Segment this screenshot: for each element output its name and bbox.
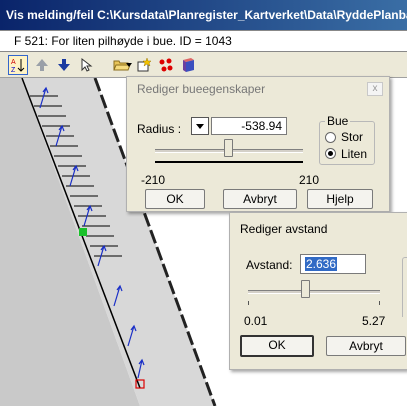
avstand-label: Avstand:: [246, 258, 293, 272]
arrow-up-icon[interactable]: [32, 55, 52, 75]
bue-groupbox-label: Bue: [325, 114, 351, 128]
stor-label: Stor: [341, 130, 364, 144]
bue-dialog: Rediger bueegenskaper x Radius : -538.94…: [126, 76, 390, 212]
liten-radio[interactable]: [325, 148, 336, 159]
avstand-dialog-title: Rediger avstand: [240, 222, 328, 236]
stor-radio[interactable]: [325, 132, 336, 143]
message-bar: F 521: For liten pilhøyde i bue. ID = 10…: [0, 30, 407, 52]
bue-help-button[interactable]: Hjelp: [307, 189, 373, 209]
window-title-bar[interactable]: Vis melding/feil C:\Kursdata\Planregiste…: [0, 0, 407, 30]
avstand-tick: [248, 301, 249, 305]
avstand-tick: [379, 301, 380, 305]
toolbar: AZ: [0, 52, 407, 78]
avstand-dialog: Rediger avstand Avstand: 2.636 0.01 5.27…: [229, 212, 407, 370]
radius-max-label: 210: [299, 173, 320, 187]
close-icon[interactable]: x: [367, 82, 383, 96]
avstand-slider-track[interactable]: [248, 290, 380, 294]
bue-ok-button[interactable]: OK: [145, 189, 205, 209]
star-tool-icon[interactable]: [134, 55, 154, 75]
bue-dialog-title: Rediger bueegenskaper: [137, 82, 266, 96]
avstand-max-label: 5.27: [362, 314, 386, 328]
book-icon[interactable]: [178, 55, 198, 75]
svg-text:Z: Z: [11, 67, 16, 73]
radius-slider-thumb[interactable]: [224, 139, 233, 157]
avstand-ok-button[interactable]: OK: [240, 335, 314, 357]
avstand-slider-thumb[interactable]: [301, 280, 310, 298]
bue-cancel-button[interactable]: Avbryt: [223, 189, 297, 209]
radius-dropdown-button[interactable]: [191, 117, 209, 135]
chevron-down-icon: [196, 124, 204, 129]
radius-slider-baseline: [155, 161, 303, 163]
cursor-icon[interactable]: [76, 55, 96, 75]
radius-field[interactable]: -538.94: [211, 117, 287, 135]
avstand-value: 2.636: [305, 257, 338, 271]
radius-label: Radius :: [137, 122, 182, 136]
avstand-groupbox-edge: [402, 257, 407, 317]
radius-min-label: -210: [141, 173, 166, 187]
avstand-field[interactable]: 2.636: [300, 254, 366, 274]
arrow-down-icon[interactable]: [54, 55, 74, 75]
svg-text:A: A: [11, 59, 16, 66]
avstand-cancel-button[interactable]: Avbryt: [326, 336, 406, 356]
sort-az-icon[interactable]: AZ: [8, 55, 28, 75]
liten-label: Liten: [341, 147, 368, 161]
avstand-min-label: 0.01: [244, 314, 268, 328]
dropdown-arrow-icon[interactable]: [124, 55, 134, 75]
message-text: F 521: For liten pilhøyde i bue. ID = 10…: [14, 34, 232, 48]
window-title: Vis melding/feil C:\Kursdata\Planregiste…: [6, 8, 407, 22]
red-points-icon[interactable]: [156, 55, 176, 75]
